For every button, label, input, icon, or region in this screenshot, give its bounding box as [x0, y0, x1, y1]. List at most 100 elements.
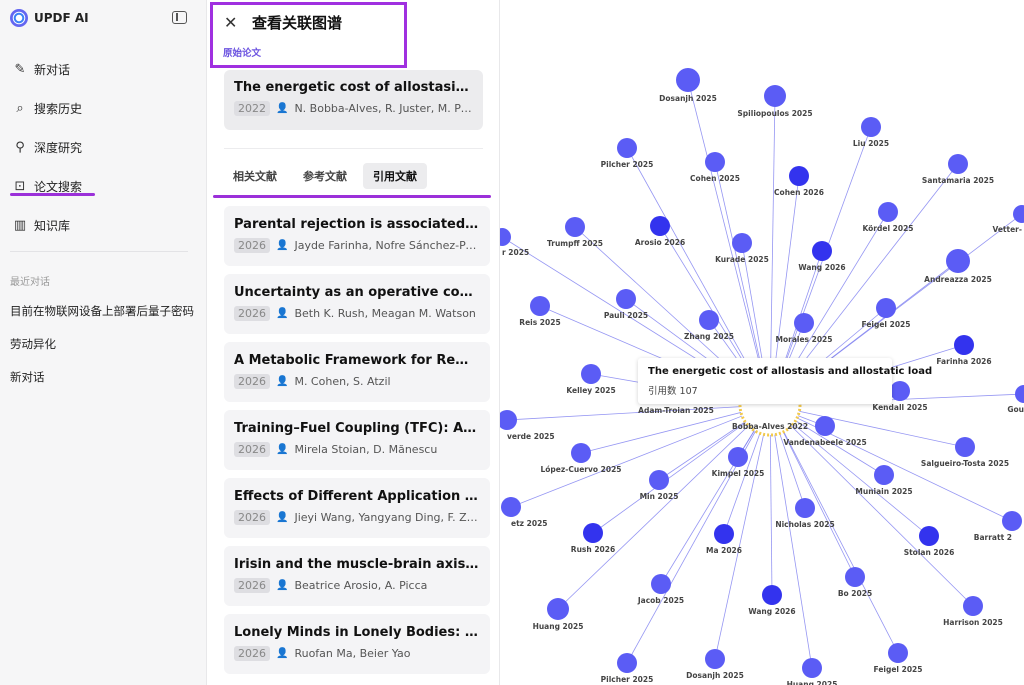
graph-node-label: Stolan 2026: [904, 548, 955, 557]
graph-node[interactable]: [954, 335, 974, 355]
paper-meta: 2026 👤 Mirela Stoian, D. Mănescu: [234, 442, 480, 457]
graph-node-label: Reis 2025: [519, 318, 560, 327]
graph-node[interactable]: [802, 658, 822, 678]
sidebar-item-deep-research[interactable]: ⚲ 深度研究: [10, 128, 195, 167]
tab-related[interactable]: 相关文献: [223, 163, 287, 189]
graph-node-label: Arosio 2026: [635, 238, 685, 247]
graph-node[interactable]: [651, 574, 671, 594]
graph-node[interactable]: [617, 653, 637, 673]
graph-node[interactable]: [963, 596, 983, 616]
graph-node-label: Nicholas 2025: [775, 520, 834, 529]
graph-node[interactable]: [946, 249, 970, 273]
paper-title: Irisin and the muscle-brain axis: a revi…: [234, 557, 480, 572]
graph-node[interactable]: [617, 138, 637, 158]
graph-node-label: Trumpff 2025: [547, 239, 603, 248]
graph-node[interactable]: [649, 470, 669, 490]
graph-node-label: Santamaria 2025: [922, 176, 994, 185]
tab-references[interactable]: 参考文献: [293, 163, 357, 189]
graph-node-label: Muniain 2025: [855, 487, 912, 496]
graph-node[interactable]: [583, 523, 603, 543]
close-icon[interactable]: ✕: [224, 13, 237, 32]
list-item[interactable]: Uncertainty as an operative construct 20…: [224, 274, 490, 334]
graph-node[interactable]: [812, 241, 832, 261]
list-item[interactable]: Lonely Minds in Lonely Bodies: Lonelines…: [224, 614, 490, 674]
sidebar-collapse-icon[interactable]: [172, 11, 187, 24]
graph-edge: [687, 79, 771, 406]
person-icon: 👤: [276, 444, 289, 455]
recent-item[interactable]: 目前在物联网设备上部署后量子密码: [10, 300, 195, 333]
graph-node-label: Feigel 2025: [874, 665, 923, 674]
list-item[interactable]: A Metabolic Framework for Reward 2026 👤 …: [224, 342, 490, 402]
graph-node[interactable]: [815, 416, 835, 436]
paper-meta: 2026 👤 Ruofan Ma, Beier Yao: [234, 646, 480, 661]
graph-edge: [626, 404, 771, 664]
graph-node[interactable]: [705, 649, 725, 669]
graph-node[interactable]: [794, 313, 814, 333]
graph-node[interactable]: [890, 381, 910, 401]
graph-node[interactable]: [705, 152, 725, 172]
graph-node[interactable]: [874, 465, 894, 485]
telescope-icon: ⚲: [15, 140, 25, 155]
graph-node[interactable]: [650, 216, 670, 236]
paper-meta: 2026 👤 Jayde Farinha, Nofre Sánchez-Pere…: [234, 238, 480, 253]
graph-node[interactable]: [861, 117, 881, 137]
graph-node[interactable]: [699, 310, 719, 330]
tab-citations[interactable]: 引用文献: [363, 163, 427, 189]
graph-node[interactable]: [1002, 511, 1022, 531]
graph-node-label: Cohen 2026: [774, 188, 824, 197]
graph-node[interactable]: [762, 585, 782, 605]
graph-node[interactable]: [878, 202, 898, 222]
paper-title: A Metabolic Framework for Reward: [234, 353, 480, 368]
recent-item[interactable]: 劳动异化: [10, 333, 195, 366]
sidebar-item-label: 深度研究: [34, 141, 83, 155]
graph-node[interactable]: [728, 447, 748, 467]
graph-canvas[interactable]: Bobba-Alves 2022 Dosanjh 2025 Spiliopoulos…: [500, 0, 1024, 685]
graph-node[interactable]: [1013, 205, 1024, 223]
paper-authors: Beatrice Arosio, A. Picca: [294, 579, 428, 592]
graph-node[interactable]: [888, 643, 908, 663]
list-item[interactable]: Effects of Different Application Strateg…: [224, 478, 490, 538]
graph-node[interactable]: [565, 217, 585, 237]
graph-node[interactable]: [581, 364, 601, 384]
graph-node[interactable]: [845, 567, 865, 587]
graph-node[interactable]: [714, 524, 734, 544]
list-item[interactable]: Training–Fuel Coupling (TFC): A Model 20…: [224, 410, 490, 470]
brand: UPDF AI: [10, 9, 89, 27]
graph-node[interactable]: [876, 298, 896, 318]
graph-node[interactable]: [616, 289, 636, 309]
graph-node[interactable]: [501, 497, 521, 517]
graph-node[interactable]: [919, 526, 939, 546]
book-icon: ▥: [13, 218, 27, 233]
graph-node[interactable]: [732, 233, 752, 253]
graph-node[interactable]: [764, 85, 786, 107]
graph-node[interactable]: [500, 410, 517, 430]
graph-node[interactable]: [530, 296, 550, 316]
paper-title: Uncertainty as an operative construct: [234, 285, 480, 300]
graph-node-label: Farinha 2026: [936, 357, 991, 366]
panel-title: 查看关联图谱: [252, 14, 343, 32]
sidebar-item-label: 知识库: [34, 219, 71, 233]
graph-node[interactable]: [500, 228, 511, 246]
graph-node[interactable]: [676, 68, 700, 92]
graph-node-label: Spiliopoulos 2025: [737, 109, 812, 118]
list-item[interactable]: Parental rejection is associated with 20…: [224, 206, 490, 266]
graph-node-label: Harrison 2025: [943, 618, 1003, 627]
graph-node[interactable]: [571, 443, 591, 463]
graph-node[interactable]: [547, 598, 569, 620]
graph-node[interactable]: [1015, 385, 1024, 403]
citation-graph[interactable]: Bobba-Alves 2022 Dosanjh 2025 Spiliopoulos…: [500, 0, 1024, 685]
sidebar-item-knowledge-base[interactable]: ▥ 知识库: [10, 206, 195, 245]
graph-node[interactable]: [789, 166, 809, 186]
sidebar-item-search-history[interactable]: ⌕ 搜索历史: [10, 89, 195, 128]
source-paper-card[interactable]: The energetic cost of allostasis and all…: [224, 70, 483, 130]
paper-meta: 2022 👤 N. Bobba-Alves, R. Juster, M. Pic…: [234, 101, 473, 116]
graph-node[interactable]: [955, 437, 975, 457]
list-item[interactable]: Irisin and the muscle-brain axis: a revi…: [224, 546, 490, 606]
graph-node-label: r 2025: [502, 248, 529, 257]
graph-node[interactable]: [948, 154, 968, 174]
person-icon: 👤: [276, 648, 289, 659]
sidebar-item-new-chat[interactable]: ✎ 新对话: [10, 50, 195, 89]
graph-node[interactable]: [795, 498, 815, 518]
recent-item[interactable]: 新对话: [10, 366, 195, 399]
sidebar-item-paper-search[interactable]: ⊡ 论文搜索: [10, 167, 195, 206]
